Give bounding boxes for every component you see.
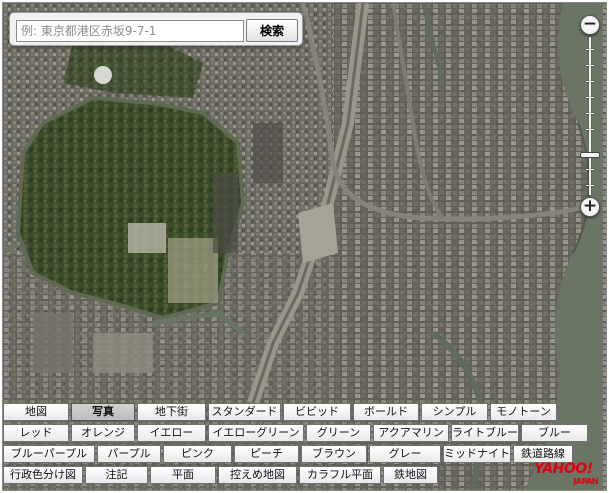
- search-box: 検索: [9, 12, 303, 46]
- style-button[interactable]: ミッドナイト: [443, 445, 511, 463]
- style-button[interactable]: イエロー: [137, 424, 206, 442]
- style-button[interactable]: 平面: [150, 466, 216, 484]
- style-button[interactable]: 鉄地図: [383, 466, 438, 484]
- style-button[interactable]: ピンク: [163, 445, 232, 463]
- zoom-tick: [586, 169, 594, 170]
- style-button[interactable]: 控えめ地図: [218, 466, 297, 484]
- zoom-out-button[interactable]: −: [580, 15, 600, 35]
- style-button[interactable]: スタンダード: [208, 403, 281, 421]
- style-button[interactable]: イエローグリーン: [208, 424, 304, 442]
- style-button[interactable]: 行政色分け図: [3, 466, 83, 484]
- logo-text: YAHOO!: [534, 461, 593, 477]
- style-button[interactable]: シンプル: [421, 403, 488, 421]
- logo-sub-text: JAPAN: [573, 477, 598, 486]
- yahoo-logo: YAHOO! JAPAN: [534, 461, 602, 487]
- style-button[interactable]: モノトーン: [490, 403, 557, 421]
- style-button[interactable]: レッド: [3, 424, 69, 442]
- zoom-slider-handle[interactable]: [580, 151, 600, 158]
- style-button[interactable]: グリーン: [306, 424, 371, 442]
- zoom-tick: [586, 185, 594, 186]
- zoom-in-button[interactable]: +: [580, 197, 600, 217]
- style-button[interactable]: ライトブルー: [451, 424, 519, 442]
- style-button[interactable]: アクアマリン: [373, 424, 449, 442]
- zoom-control: − +: [578, 9, 602, 221]
- style-button[interactable]: ボールド: [353, 403, 419, 421]
- style-button[interactable]: 注記: [85, 466, 148, 484]
- style-button[interactable]: ブルー: [521, 424, 588, 442]
- zoom-tick: [586, 65, 594, 66]
- zoom-tick: [586, 97, 594, 98]
- style-button[interactable]: 写真: [71, 403, 135, 421]
- style-button[interactable]: カラフル平面: [299, 466, 381, 484]
- style-button[interactable]: ビビッド: [283, 403, 351, 421]
- style-button[interactable]: ブルーパープル: [3, 445, 95, 463]
- style-button[interactable]: 地図: [3, 403, 69, 421]
- style-button[interactable]: グレー: [369, 445, 441, 463]
- zoom-tick: [586, 49, 594, 50]
- search-input[interactable]: [16, 20, 244, 42]
- map-view[interactable]: 検索 − + 地図写真地下街スタンダードビビッドボールドシンプルモノトーンレッド…: [2, 2, 607, 491]
- search-button[interactable]: 検索: [246, 19, 298, 42]
- zoom-tick: [586, 113, 594, 114]
- style-button[interactable]: ピーチ: [234, 445, 299, 463]
- style-button[interactable]: ブラウン: [301, 445, 367, 463]
- style-button[interactable]: パープル: [97, 445, 161, 463]
- zoom-tick: [586, 81, 594, 82]
- zoom-tick: [586, 129, 594, 130]
- style-button[interactable]: 地下街: [137, 403, 206, 421]
- zoom-slider-track[interactable]: [589, 37, 591, 195]
- style-button[interactable]: オレンジ: [71, 424, 135, 442]
